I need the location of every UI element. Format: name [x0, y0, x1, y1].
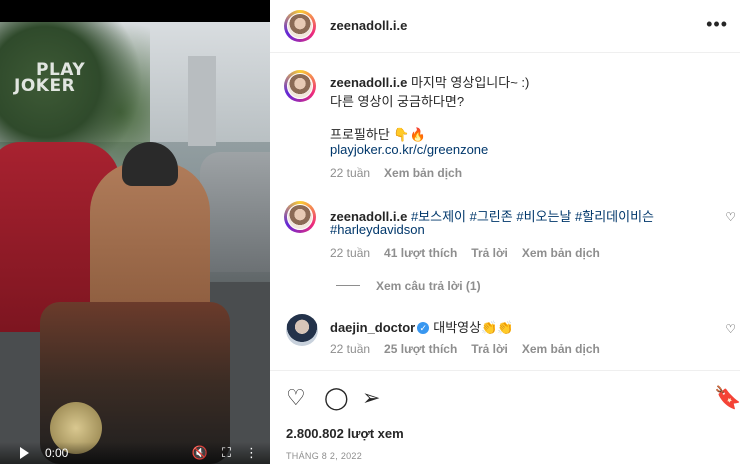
- fullscreen-icon[interactable]: ⛶: [222, 445, 231, 461]
- video-player[interactable]: PLAY JOKER 0:00 🔇 ⛶ ⋮: [0, 0, 270, 464]
- comment2-like-heart-icon[interactable]: ♡: [725, 322, 736, 336]
- view-count: 2.800.802 lượt xem: [286, 426, 404, 441]
- silver-car: [200, 152, 270, 272]
- view-replies-line: [336, 285, 360, 286]
- verified-badge-icon: ✓: [417, 322, 430, 334]
- playjoker-watermark: PLAY JOKER: [14, 60, 86, 96]
- comment-likes[interactable]: 41 lượt thích: [384, 246, 457, 260]
- video-controls: 0:00 🔇 ⛶ ⋮: [0, 442, 270, 464]
- post-actions: ♡ ◯ ➢ 🔖 2.800.802 lượt xem THÁNG 8 2, 20…: [270, 370, 740, 465]
- commenter-avatar[interactable]: [286, 314, 318, 346]
- video-frame: PLAY JOKER: [0, 22, 270, 464]
- comment-avatar[interactable]: [284, 201, 316, 233]
- heart-icon[interactable]: ♡: [286, 385, 306, 411]
- caption-age: 22 tuần: [330, 166, 371, 180]
- mute-icon[interactable]: 🔇: [192, 445, 208, 461]
- caption-meta: 22 tuần Xem bản dịch: [330, 166, 462, 180]
- caption-line3: 프로필하단 👇🔥: [330, 127, 426, 142]
- reply-button[interactable]: Trả lời: [471, 246, 508, 260]
- comment-icon[interactable]: ◯: [324, 385, 349, 411]
- comment-hashtags[interactable]: #보스제이 #그린존 #비오는날 #할리데이비슨: [411, 209, 654, 224]
- post-details: zeenadoll.i.e ••• zeenadoll.i.e 마지막 영상입니…: [270, 0, 740, 464]
- comment2-translate[interactable]: Xem bản dịch: [522, 342, 600, 356]
- post-header: zeenadoll.i.e •••: [270, 0, 740, 53]
- caption-line1: zeenadoll.i.e 마지막 영상입니다~ :): [330, 75, 530, 90]
- instagram-post-view: PLAY JOKER 0:00 🔇 ⛶ ⋮ zeenadoll.i.e ••• …: [0, 0, 740, 464]
- comment-meta: 22 tuần 41 lượt thích Trả lời Xem bản dị…: [330, 246, 600, 260]
- comment-like-heart-icon[interactable]: ♡: [725, 210, 736, 224]
- share-icon[interactable]: ➢: [362, 385, 380, 411]
- helmet: [122, 142, 178, 186]
- caption-translate[interactable]: Xem bản dịch: [384, 166, 462, 180]
- caption-avatar[interactable]: [284, 70, 316, 102]
- more-options-icon[interactable]: ⋮: [245, 445, 258, 461]
- play-icon[interactable]: [20, 447, 29, 459]
- bookmark-icon[interactable]: 🔖: [714, 385, 740, 411]
- reply-button[interactable]: Trả lời: [471, 342, 508, 356]
- caption-author[interactable]: zeenadoll.i.e: [330, 75, 407, 90]
- post-date[interactable]: THÁNG 8 2, 2022: [286, 451, 362, 461]
- caption-line2: 다른 영상이 궁금하다면?: [330, 94, 465, 109]
- video-time: 0:00: [45, 446, 69, 460]
- comment2-author[interactable]: daejin_doctor: [330, 320, 415, 335]
- comment-translate[interactable]: Xem bản dịch: [522, 246, 600, 260]
- caption-link[interactable]: playjoker.co.kr/c/greenzone: [330, 142, 488, 157]
- comment2-line: daejin_doctor ✓ 대박영상👏👏: [330, 320, 514, 335]
- view-replies-button[interactable]: Xem câu trả lời (1): [376, 279, 481, 293]
- comment2-likes[interactable]: 25 lượt thích: [384, 342, 457, 356]
- author-avatar[interactable]: [284, 10, 316, 42]
- comment-hashtag-line2[interactable]: #harleydavidson: [330, 222, 425, 237]
- comment2-meta: 22 tuần 25 lượt thích Trả lời Xem bản dị…: [330, 342, 600, 356]
- author-name[interactable]: zeenadoll.i.e: [330, 18, 407, 33]
- more-icon[interactable]: •••: [706, 14, 728, 35]
